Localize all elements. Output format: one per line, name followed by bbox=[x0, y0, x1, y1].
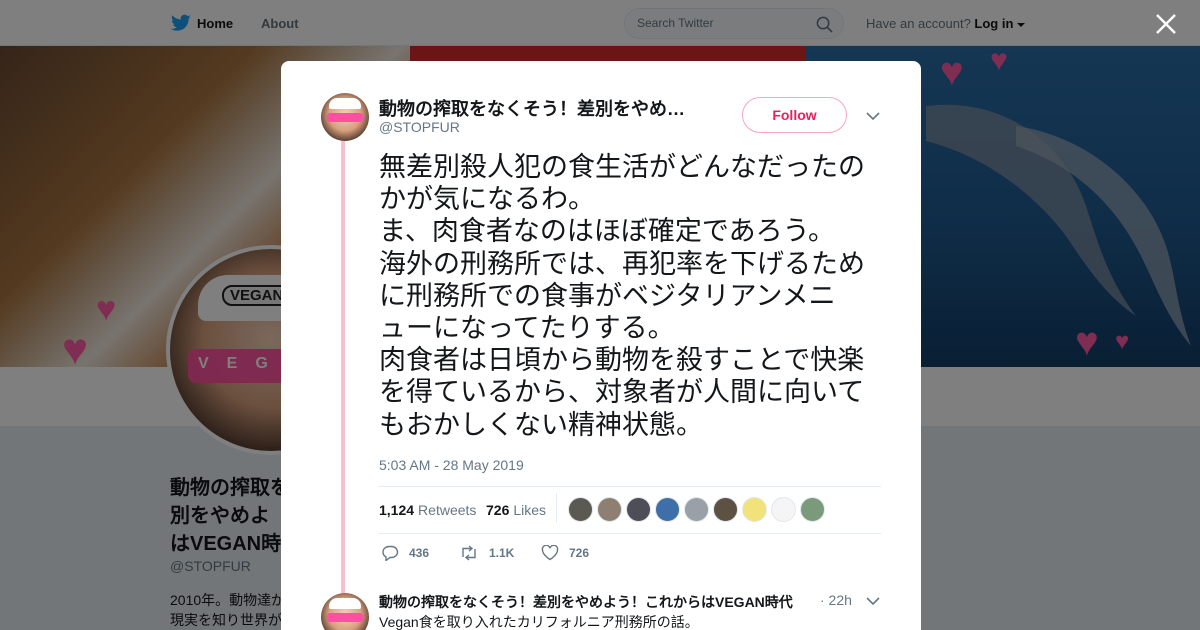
tweet-text: 無差別殺人犯の食生活がどんなだったの かが気になるわ。 ま、肉食者なのはほぼ確定… bbox=[379, 152, 865, 441]
follow-button[interactable]: Follow bbox=[742, 97, 847, 133]
close-icon[interactable] bbox=[1154, 12, 1178, 36]
stats-separator bbox=[556, 493, 557, 523]
likes-label: Likes bbox=[513, 502, 547, 518]
chevron-down-icon[interactable] bbox=[866, 596, 880, 606]
avatar-glasses bbox=[327, 113, 363, 122]
divider bbox=[379, 533, 881, 534]
reply-author-avatar[interactable] bbox=[321, 593, 369, 630]
liker-avatar[interactable] bbox=[655, 497, 680, 522]
reply-timestamp[interactable]: · 22h bbox=[820, 592, 852, 608]
author-handle[interactable]: @STOPFUR bbox=[379, 119, 460, 135]
tweet-modal: 動物の搾取をなくそう！差別をやめ… @STOPFUR Follow 無差別殺人犯… bbox=[281, 61, 921, 630]
liker-avatar[interactable] bbox=[626, 497, 651, 522]
reply-author-name[interactable]: 動物の搾取をなくそう！差別をやめよう！これからはVEGAN時代 bbox=[379, 592, 819, 612]
divider bbox=[379, 486, 881, 487]
retweets-count: 1,124 bbox=[379, 502, 415, 518]
liker-avatar[interactable] bbox=[713, 497, 738, 522]
retweet-stat[interactable]: 1,124 Retweets bbox=[379, 502, 476, 518]
liker-avatar[interactable] bbox=[742, 497, 767, 522]
liker-avatar[interactable] bbox=[597, 497, 622, 522]
avatar-cap bbox=[329, 598, 361, 609]
reply-icon bbox=[382, 545, 399, 561]
like-action-count: 726 bbox=[569, 546, 590, 560]
reply-text: Vegan食を取り入れたカリフォルニア刑務所の話。 bbox=[379, 614, 699, 630]
like-stat[interactable]: 726 Likes bbox=[486, 502, 546, 518]
thread-line bbox=[341, 141, 345, 630]
retweets-label: Retweets bbox=[418, 502, 477, 518]
reply-count: 436 bbox=[409, 546, 430, 560]
author-name[interactable]: 動物の搾取をなくそう！差別をやめ… bbox=[379, 95, 685, 121]
liker-avatar[interactable] bbox=[568, 497, 593, 522]
heart-icon bbox=[541, 545, 559, 561]
retweet-action-count: 1.1K bbox=[489, 546, 515, 560]
liker-avatar[interactable] bbox=[684, 497, 709, 522]
like-action[interactable]: 726 bbox=[541, 545, 589, 561]
retweet-icon bbox=[462, 545, 476, 561]
retweet-action[interactable]: 1.1K bbox=[459, 545, 514, 561]
reply-action[interactable]: 436 bbox=[381, 545, 429, 561]
avatar-glasses bbox=[327, 613, 363, 622]
chevron-down-icon[interactable] bbox=[866, 111, 880, 121]
liker-avatar[interactable] bbox=[771, 497, 796, 522]
tweet-timestamp[interactable]: 5:03 AM - 28 May 2019 bbox=[379, 457, 524, 473]
author-avatar[interactable] bbox=[321, 93, 369, 141]
liker-avatar[interactable] bbox=[800, 497, 825, 522]
avatar-cap bbox=[329, 98, 361, 109]
likes-count: 726 bbox=[486, 502, 510, 518]
